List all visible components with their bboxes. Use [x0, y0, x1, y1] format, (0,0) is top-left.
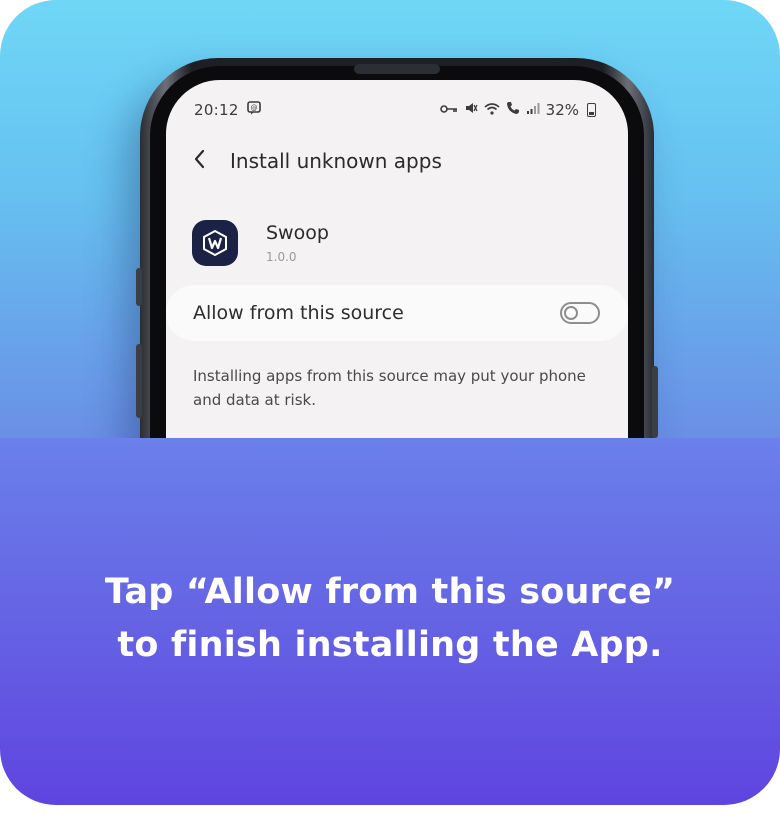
allow-source-row[interactable]: Allow from this source — [166, 285, 628, 341]
battery-icon — [587, 103, 596, 117]
back-icon[interactable] — [192, 148, 230, 174]
phone-speaker — [354, 64, 440, 74]
caption-line-1: Tap “Allow from this source” — [104, 572, 676, 612]
page-title: Install unknown apps — [230, 149, 442, 173]
caption-line-2: to finish installing the App. — [117, 625, 663, 665]
signal-icon — [526, 102, 540, 118]
top-nav: Install unknown apps — [192, 148, 442, 174]
swoop-logo-icon — [192, 220, 238, 266]
message-notification-icon: @ — [246, 101, 261, 119]
status-time: 20:12 — [194, 101, 239, 119]
phone-power-button — [652, 366, 658, 438]
app-meta: Swoop 1.0.0 — [266, 222, 329, 264]
svg-text:@: @ — [250, 104, 257, 112]
allow-source-label: Allow from this source — [193, 302, 404, 324]
battery-percent: 32% — [545, 101, 579, 119]
status-icons: 32% — [439, 101, 596, 119]
allow-source-toggle[interactable] — [560, 302, 600, 324]
phone-screen: 20:12 @ 32% Install unknown apps Swoop 1… — [166, 80, 628, 480]
phone-side-button — [136, 268, 142, 306]
app-version: 1.0.0 — [266, 250, 297, 264]
key-icon — [439, 103, 458, 118]
warning-text: Installing apps from this source may put… — [193, 367, 586, 409]
instruction-card: 20:12 @ 32% Install unknown apps Swoop 1… — [0, 0, 780, 805]
phone-side-button — [136, 344, 142, 418]
app-info: Swoop 1.0.0 — [192, 220, 329, 266]
toggle-knob — [564, 306, 578, 320]
mute-icon — [464, 101, 478, 119]
app-name: Swoop — [266, 222, 329, 244]
call-icon — [506, 101, 520, 119]
status-bar: 20:12 @ 32% — [194, 100, 596, 120]
instruction-caption: Tap “Allow from this source” to finish i… — [0, 566, 780, 672]
wifi-icon — [484, 102, 500, 119]
